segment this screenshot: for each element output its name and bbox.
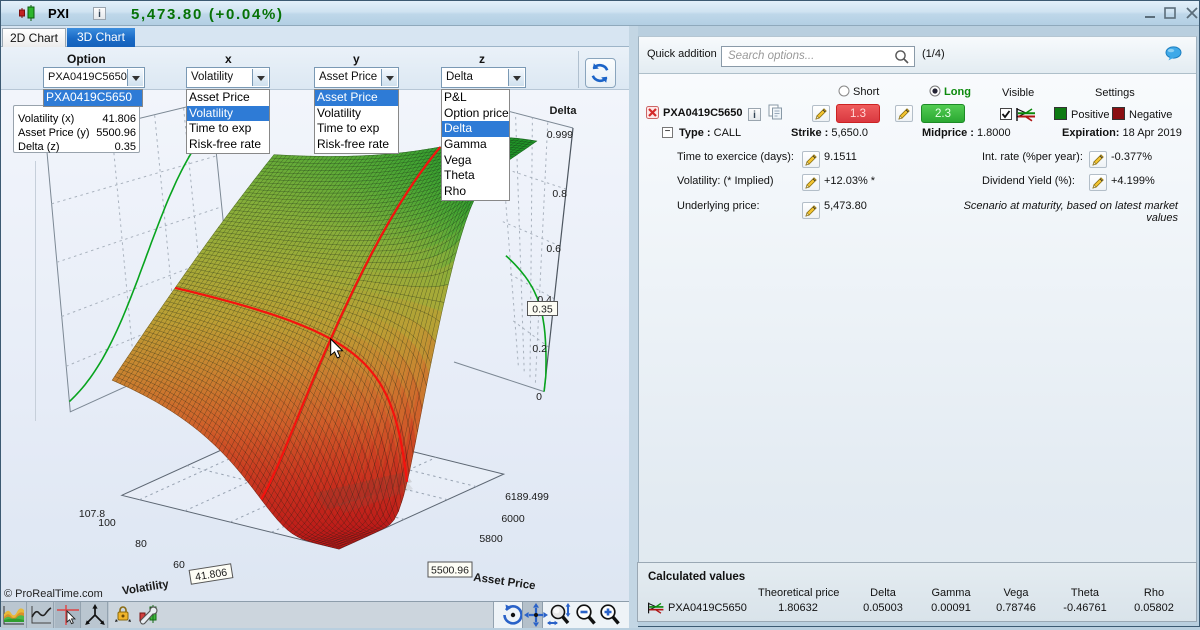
svg-text:0.999: 0.999: [547, 129, 573, 141]
svg-text:6189.499: 6189.499: [505, 491, 549, 503]
svg-text:5500.96: 5500.96: [431, 565, 469, 577]
svg-text:6000: 6000: [501, 513, 525, 525]
svg-text:0.6: 0.6: [546, 243, 561, 255]
svg-text:0: 0: [536, 391, 542, 403]
svg-text:60: 60: [173, 559, 185, 571]
svg-text:Delta: Delta: [550, 105, 578, 117]
svg-text:100: 100: [98, 517, 116, 529]
svg-text:0.8: 0.8: [552, 188, 567, 200]
svg-text:5800: 5800: [479, 533, 503, 545]
svg-text:0.35: 0.35: [532, 304, 553, 316]
svg-text:80: 80: [135, 538, 147, 550]
svg-text:0.2: 0.2: [532, 343, 547, 355]
